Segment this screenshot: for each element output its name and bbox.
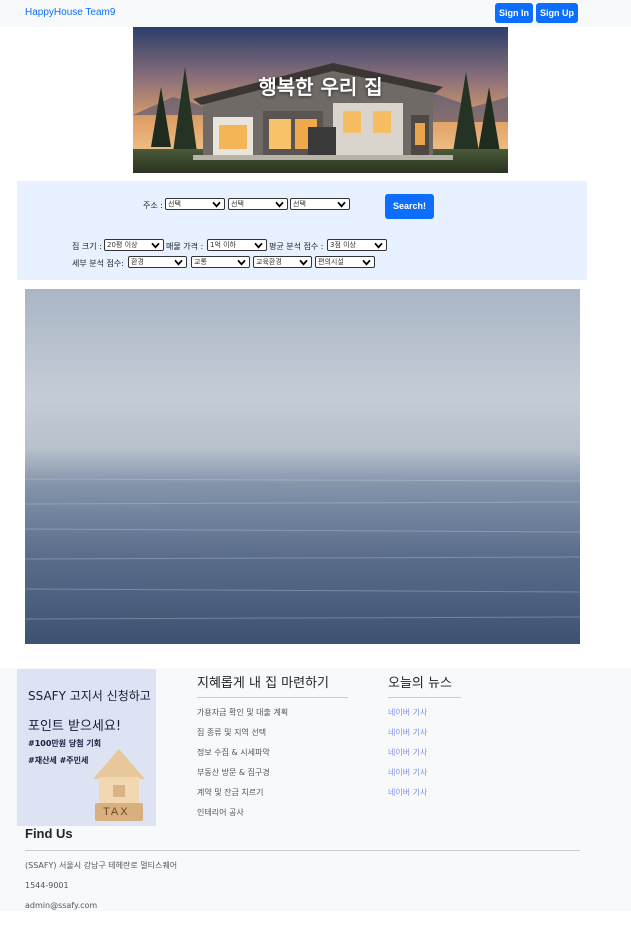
address-select-1[interactable]: 선택 (165, 198, 225, 210)
guide-item[interactable]: 정보 수집 & 시세파악 (197, 747, 270, 758)
chevron-down-icon (174, 259, 183, 266)
chevron-down-icon (275, 201, 284, 208)
ad-headline-2: 포인트 받으세요! (28, 719, 122, 734)
detail-select-environment-value: 환경 (131, 258, 144, 266)
find-us-address: (SSAFY) 서울시 강남구 테헤란로 멀티스퀘어 (25, 861, 178, 870)
guide-item[interactable]: 인테리어 공사 (197, 807, 244, 818)
price-label: 매물 가격 : (166, 242, 204, 251)
news-divider (388, 697, 461, 698)
detail-select-environment[interactable]: 환경 (128, 256, 187, 268)
avg-score-label: 평균 분석 점수 : (269, 242, 324, 251)
find-us-title: Find Us (25, 826, 73, 841)
ad-banner[interactable]: SSAFY 고지서 신청하고 포인트 받으세요! #100만원 당첨 기회 #재… (17, 669, 156, 826)
news-link[interactable]: 네이버 기사 (388, 787, 427, 798)
news-title: 오늘의 뉴스 (388, 676, 452, 691)
chevron-down-icon (337, 201, 346, 208)
guide-item[interactable]: 집 종류 및 지역 선택 (197, 727, 266, 738)
avg-score-select-value: 3점 이상 (330, 241, 356, 249)
chevron-down-icon (374, 242, 383, 249)
news-link[interactable]: 네이버 기사 (388, 767, 427, 778)
chevron-down-icon (254, 242, 263, 249)
chevron-down-icon (362, 259, 371, 266)
house-photo (133, 27, 508, 173)
address-select-2-value: 선택 (231, 200, 244, 208)
main-sea-image (25, 289, 580, 644)
address-label: 주소 : (143, 201, 163, 210)
detail-select-amenities-value: 편의시설 (318, 258, 344, 266)
brand-link[interactable]: HappyHouse Team9 (25, 7, 115, 18)
size-label: 집 크기 : (72, 242, 102, 251)
chevron-down-icon (212, 201, 221, 208)
news-link[interactable]: 네이버 기사 (388, 747, 427, 758)
chevron-down-icon (299, 259, 308, 266)
price-select[interactable]: 1억 이하 (207, 239, 267, 251)
detail-select-amenities[interactable]: 편의시설 (315, 256, 375, 268)
navbar: HappyHouse Team9 Sign In Sign Up (0, 0, 631, 27)
detail-select-education[interactable]: 교육환경 (253, 256, 312, 268)
size-select-value: 20평 이상 (107, 241, 138, 249)
size-select[interactable]: 20평 이상 (104, 239, 164, 251)
sign-in-button[interactable]: Sign In (495, 3, 533, 23)
news-link[interactable]: 네이버 기사 (388, 707, 427, 718)
address-select-1-value: 선택 (168, 200, 181, 208)
guide-item[interactable]: 계약 및 잔금 치르기 (197, 787, 264, 798)
address-select-3-value: 선택 (293, 200, 306, 208)
avg-score-select[interactable]: 3점 이상 (327, 239, 387, 251)
price-select-value: 1억 이하 (210, 241, 236, 249)
search-button[interactable]: Search! (385, 194, 434, 219)
tax-label: TAX (103, 806, 130, 818)
news-link[interactable]: 네이버 기사 (388, 727, 427, 738)
find-us-divider (25, 850, 580, 851)
guide-title: 지혜롭게 내 집 마련하기 (197, 676, 329, 691)
chevron-down-icon (151, 242, 160, 249)
sign-up-button[interactable]: Sign Up (536, 3, 578, 23)
guide-divider (197, 697, 348, 698)
find-us-phone: 1544-9001 (25, 881, 69, 890)
guide-item[interactable]: 부동산 방문 & 집구경 (197, 767, 270, 778)
address-select-2[interactable]: 선택 (228, 198, 288, 210)
hero-banner: 행복한 우리 집 (133, 27, 508, 173)
detail-select-transport-value: 교통 (194, 258, 207, 266)
address-select-3[interactable]: 선택 (290, 198, 350, 210)
detail-select-education-value: 교육환경 (256, 258, 282, 266)
find-us-email: admin@ssafy.com (25, 901, 98, 910)
detail-score-label: 세부 분석 점수: (72, 259, 124, 268)
ad-headline-1: SSAFY 고지서 신청하고 (28, 689, 151, 703)
chevron-down-icon (237, 259, 246, 266)
guide-item[interactable]: 가용자금 확인 및 대출 계획 (197, 707, 288, 718)
ad-hashtag-2: #재산세 #주민세 (28, 756, 89, 765)
detail-select-transport[interactable]: 교통 (191, 256, 250, 268)
hero-title: 행복한 우리 집 (258, 75, 383, 99)
